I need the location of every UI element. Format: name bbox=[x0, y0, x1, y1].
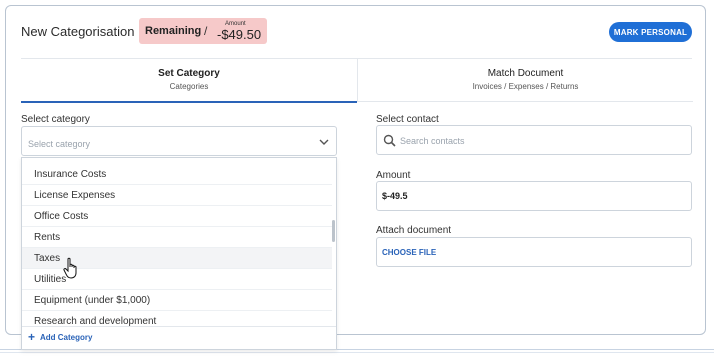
remaining-label: Remaining bbox=[145, 25, 202, 37]
attach-document-field: CHOOSE FILE bbox=[376, 237, 692, 267]
add-category-button[interactable]: + Add Category bbox=[22, 326, 336, 349]
mark-personal-button[interactable]: MARK PERSONAL bbox=[609, 22, 692, 42]
hand-cursor-icon bbox=[63, 257, 81, 286]
page-title: New Categorisation bbox=[21, 24, 135, 39]
search-icon bbox=[383, 134, 396, 152]
choose-file-button[interactable]: CHOOSE FILE bbox=[382, 248, 436, 257]
tab-set-category[interactable]: Set Category Categories bbox=[21, 59, 357, 103]
category-label: Select category bbox=[21, 114, 90, 125]
tab-label: Set Category bbox=[158, 68, 220, 79]
remaining-separator: / bbox=[204, 24, 208, 38]
tab-bar: Set Category Categories Match Document I… bbox=[21, 58, 693, 103]
category-select[interactable]: Select category bbox=[21, 126, 337, 156]
category-options: Insurance Costs License Expenses Office … bbox=[22, 164, 332, 332]
list-item[interactable]: Office Costs bbox=[22, 206, 332, 227]
amount-label: Amount bbox=[376, 170, 411, 181]
list-item[interactable]: License Expenses bbox=[22, 185, 332, 206]
remaining-amount: -$49.50 bbox=[217, 27, 262, 42]
tab-label: Match Document bbox=[487, 68, 564, 79]
contact-search-input[interactable]: Search contacts bbox=[376, 125, 692, 155]
list-item[interactable]: Equipment (under $1,000) bbox=[22, 290, 332, 311]
tab-match-document[interactable]: Match Document Invoices / Expenses / Ret… bbox=[357, 59, 693, 102]
remaining-badge: Remaining / Amount -$49.50 bbox=[139, 18, 267, 44]
add-category-label: Add Category bbox=[40, 333, 93, 342]
chevron-down-icon bbox=[318, 135, 330, 153]
contact-label: Select contact bbox=[376, 114, 439, 125]
list-item[interactable]: Rents bbox=[22, 227, 332, 248]
plus-icon: + bbox=[28, 330, 36, 344]
list-item[interactable]: Insurance Costs bbox=[22, 164, 332, 185]
category-dropdown: Insurance Costs License Expenses Office … bbox=[21, 157, 337, 350]
attach-label: Attach document bbox=[376, 225, 452, 236]
dropdown-scrollbar[interactable] bbox=[332, 220, 335, 242]
amount-value: $-49.5 bbox=[382, 191, 408, 201]
category-placeholder: Select category bbox=[28, 139, 91, 149]
tab-sublabel: Invoices / Expenses / Returns bbox=[472, 82, 579, 91]
tab-sublabel: Categories bbox=[169, 82, 209, 91]
contact-placeholder: Search contacts bbox=[400, 136, 465, 146]
divider bbox=[0, 352, 714, 353]
amount-field[interactable]: $-49.5 bbox=[376, 181, 692, 211]
